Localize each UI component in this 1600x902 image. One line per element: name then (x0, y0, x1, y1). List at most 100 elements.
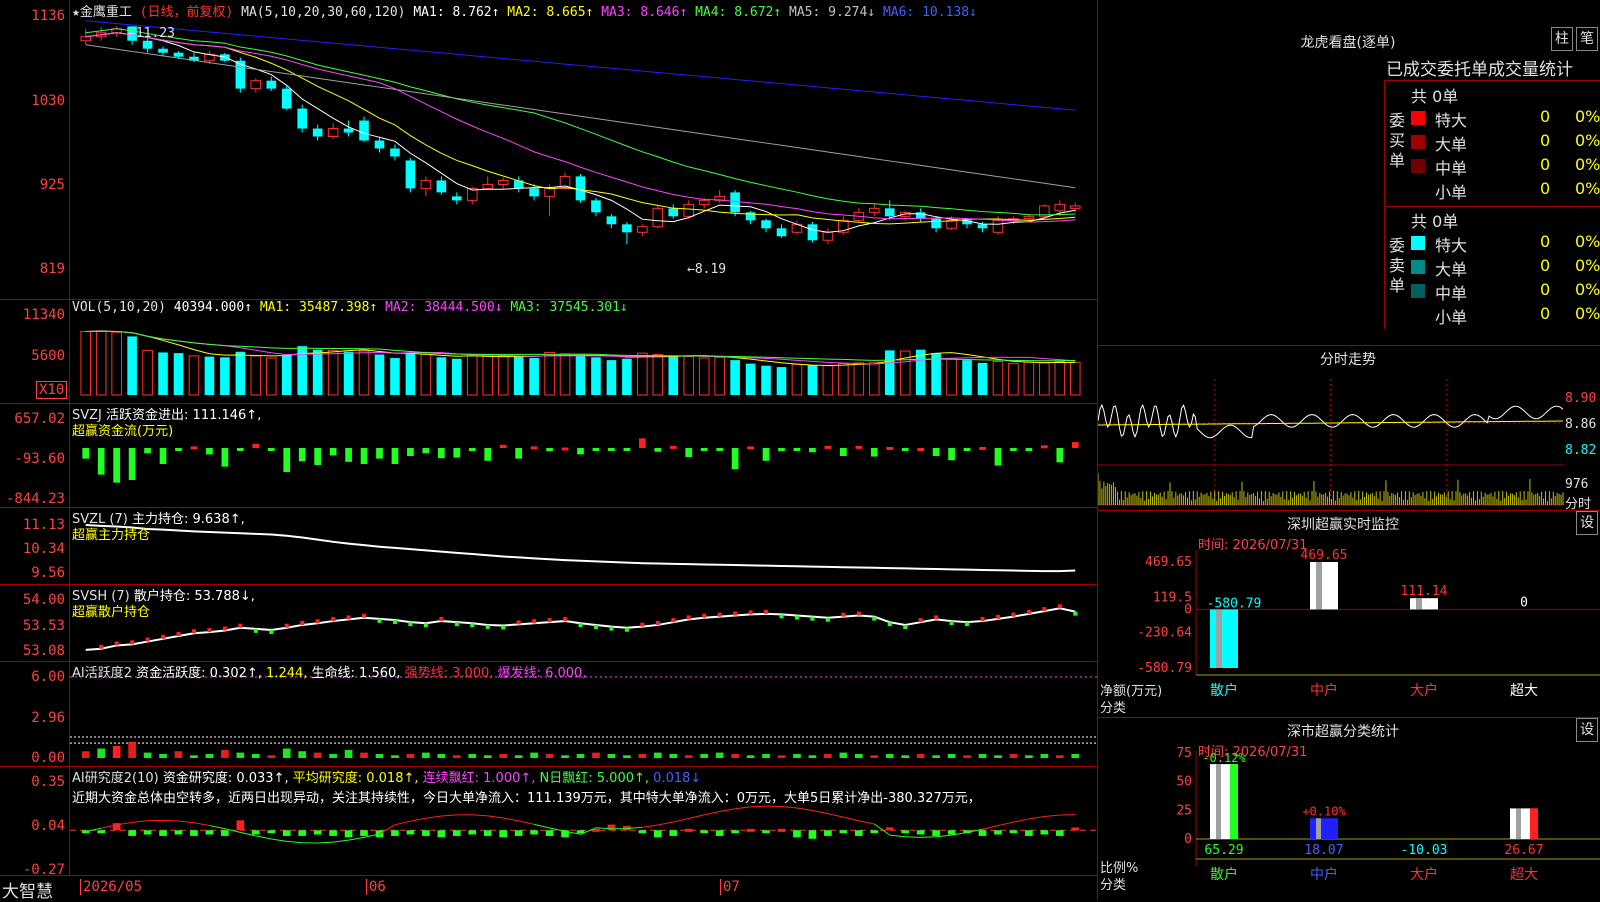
stock-name[interactable]: ★金鹰重工 (72, 5, 132, 20)
svsh-marker (934, 615, 938, 619)
volume-bar (916, 350, 926, 395)
volume-bar (359, 351, 369, 395)
svzj-bar (701, 448, 708, 451)
ai2-bar (144, 830, 152, 834)
ai1-bar (577, 754, 585, 758)
volume-bar (962, 360, 972, 395)
volume-bar (266, 358, 276, 395)
svsh-pane[interactable]: 54.00 53.53 53.08 SVSH (7) 散户持仓: 53.788↓… (0, 584, 1097, 662)
svsh-marker (501, 626, 505, 630)
candle-body (375, 141, 385, 149)
sz-monitor-chart[interactable]: 469.65119.50-230.64-580.79-580.79散户469.6… (1098, 510, 1600, 717)
ma4-value: MA4: 8.672↑ (695, 5, 781, 20)
cls-value-label: -10.03 (1401, 843, 1448, 858)
svsh-marker (192, 629, 196, 633)
buy-l-count: 0 (1540, 131, 1550, 150)
volume-bar (947, 359, 957, 395)
ai2-bar (979, 830, 987, 836)
ai1-y-axis: 6.00 2.96 0.00 (0, 661, 70, 766)
candle-body (653, 208, 663, 226)
svzj-bar (593, 448, 600, 451)
candle-body (1024, 216, 1034, 218)
candle-body (823, 232, 833, 240)
volume-pane[interactable]: 11340 5600 X10 VOL(5,10,20) 40394.000↑ M… (0, 299, 1097, 404)
ai1-bar (1010, 754, 1018, 758)
svzj-bar (500, 445, 507, 448)
svzj-pane[interactable]: 657.02 -93.60 -844.23 SVZJ 活跃资金进出: 111.1… (0, 403, 1097, 508)
ai2-trend-line (318, 842, 333, 843)
volume-bar (81, 332, 91, 395)
svsh-marker (285, 624, 289, 628)
ai1-bar (422, 753, 430, 758)
sz-category-label: 大户 (1410, 682, 1438, 699)
ai-activity-pane[interactable]: 6.00 2.96 0.00 AI活跃度2 资金活跃度: 0.302↑, 1.2… (0, 661, 1097, 767)
sz-class-chart[interactable]: 755025065.29散户18.07中户-10.03大户26.67超大-0.1… (1098, 717, 1600, 900)
svsh-marker (671, 618, 675, 622)
sz-class-panel[interactable]: 深市超赢分类统计 设 时间: 2026/07/31 755025065.29散户… (1098, 717, 1600, 900)
svzj-bar (361, 448, 368, 464)
lhb-subtitle: 已成交委托单成交量统计 (1386, 55, 1573, 80)
svsh-marker (919, 618, 923, 622)
svzj-bar (886, 447, 893, 450)
svzj-bar (562, 447, 569, 450)
ai-research-pane[interactable]: 0.35 0.04 -0.27 AI研究度2(10) 资金研究度: 0.033↑… (0, 766, 1097, 876)
ai1-bar (453, 755, 461, 758)
volume-bar (839, 364, 849, 395)
intraday-panel[interactable]: 分时走势 8.90 8.86 8.82 976 分时 (1098, 345, 1600, 511)
tick-mode-button[interactable]: 笔 (1576, 27, 1598, 51)
date-label-may: 2026/05 (80, 879, 142, 895)
svsh-marker (733, 612, 737, 616)
candle-body (808, 224, 818, 240)
ai2-trend-line (271, 839, 286, 841)
intraday-vol-tick: 976 (1565, 477, 1588, 492)
ai2-bar (1010, 830, 1018, 833)
ai2-bar (329, 830, 337, 836)
svzj-bar (392, 448, 399, 464)
bar-mode-button[interactable]: 柱 (1551, 27, 1573, 51)
vol-ma3: MA3: 37545.301↓ (510, 300, 627, 315)
svzj-bar (933, 448, 940, 456)
volume-bar (406, 352, 416, 395)
volume-bar (251, 356, 261, 395)
candle-body (607, 216, 617, 224)
svsh-marker (393, 620, 397, 624)
sz-value-label: 469.65 (1301, 548, 1348, 563)
ai1-bar (329, 754, 337, 758)
ai1-bar (809, 755, 817, 758)
svzl-tick-1: 11.13 (23, 517, 65, 533)
svzl-tick-3: 9.56 (31, 565, 65, 581)
svsh-marker (300, 621, 304, 625)
ai2-trend-line (472, 815, 487, 816)
ai1-bar (623, 755, 631, 758)
ai1-bar (901, 755, 909, 758)
svsh-marker (640, 623, 644, 627)
candle-body (297, 109, 307, 129)
ai1-bar (963, 755, 971, 758)
svsh-marker (1073, 612, 1077, 616)
volume-bar (143, 350, 153, 395)
svsh-marker (470, 623, 474, 627)
volume-bar (344, 352, 354, 395)
buy-xl-swatch (1411, 111, 1425, 125)
svsh-marker (347, 615, 351, 619)
ai2-bar (221, 830, 229, 836)
candle-body (684, 204, 694, 216)
svzj-bar (330, 448, 337, 455)
volume-bar (375, 355, 385, 395)
svzl-pane[interactable]: 11.13 10.34 9.56 SVZL (7) 主力持仓: 9.638↑, … (0, 507, 1097, 585)
volume-bar (684, 357, 694, 395)
svzj-sub: 超赢资金流(万元) (72, 420, 173, 439)
ai1-bar (1071, 754, 1079, 758)
sz-tick: 0 (1184, 602, 1192, 617)
sz-monitor-panel[interactable]: 深圳超赢实时监控 设 时间: 2026/07/31 469.65119.50-2… (1098, 510, 1600, 718)
volume-bar (715, 357, 725, 395)
price-pane[interactable]: 1136 1030 925 819 ★金鹰重工 (日线，前复权) MA(5,10… (0, 0, 1097, 300)
svsh-marker (826, 618, 830, 622)
ai1-bar (530, 753, 538, 758)
buy-s-pct: 0% (1575, 179, 1600, 198)
price-candles[interactable] (70, 0, 1097, 299)
intraday-chart[interactable] (1098, 345, 1600, 510)
ai2-v4: N日飘红: 5.000↑, (540, 771, 649, 786)
sell-m-count: 0 (1540, 280, 1550, 299)
ai2-bar (994, 830, 1002, 834)
